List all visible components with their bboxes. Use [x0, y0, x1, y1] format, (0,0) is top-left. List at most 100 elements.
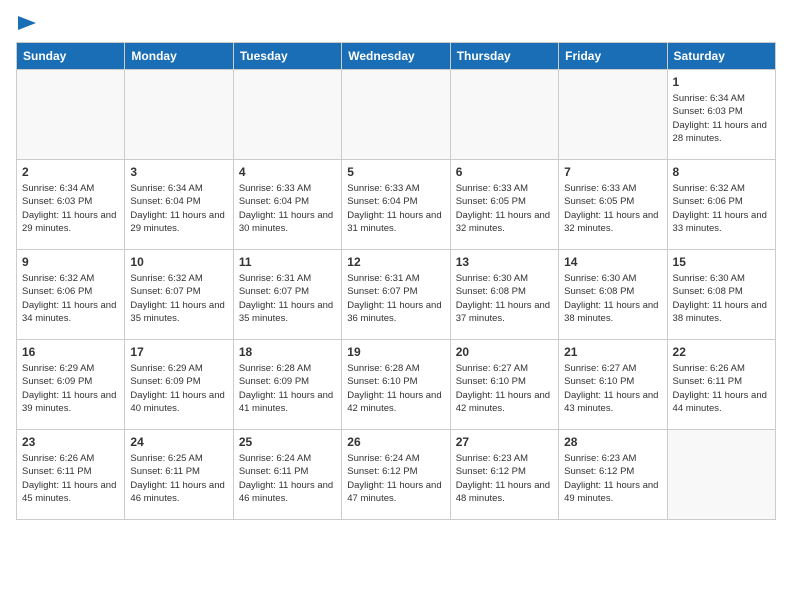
day-number: 27	[456, 435, 553, 449]
day-number: 22	[673, 345, 770, 359]
weekday-header-wednesday: Wednesday	[342, 43, 450, 70]
calendar-cell: 11 Sunrise: 6:31 AM Sunset: 6:07 PM Dayli…	[233, 250, 341, 340]
day-number: 14	[564, 255, 661, 269]
day-info: Sunrise: 6:26 AM Sunset: 6:11 PM Dayligh…	[673, 362, 770, 415]
day-info: Sunrise: 6:34 AM Sunset: 6:03 PM Dayligh…	[22, 182, 119, 235]
day-info: Sunrise: 6:27 AM Sunset: 6:10 PM Dayligh…	[456, 362, 553, 415]
calendar-cell: 24 Sunrise: 6:25 AM Sunset: 6:11 PM Dayli…	[125, 430, 233, 520]
calendar-week-2: 2 Sunrise: 6:34 AM Sunset: 6:03 PM Daylig…	[17, 160, 776, 250]
calendar-cell: 23 Sunrise: 6:26 AM Sunset: 6:11 PM Dayli…	[17, 430, 125, 520]
calendar-cell: 18 Sunrise: 6:28 AM Sunset: 6:09 PM Dayli…	[233, 340, 341, 430]
calendar-cell: 28Sunrise: 6:23 AM Sunset: 6:12 PM Dayli…	[559, 430, 667, 520]
calendar-cell: 9Sunrise: 6:32 AM Sunset: 6:06 PM Daylig…	[17, 250, 125, 340]
weekday-header-row: SundayMondayTuesdayWednesdayThursdayFrid…	[17, 43, 776, 70]
calendar-table: SundayMondayTuesdayWednesdayThursdayFrid…	[16, 42, 776, 520]
calendar-cell: 4 Sunrise: 6:33 AM Sunset: 6:04 PM Daylig…	[233, 160, 341, 250]
day-info: Sunrise: 6:34 AM Sunset: 6:04 PM Dayligh…	[130, 182, 227, 235]
page-header	[16, 16, 776, 30]
day-number: 6	[456, 165, 553, 179]
calendar-cell: 14 Sunrise: 6:30 AM Sunset: 6:08 PM Dayli…	[559, 250, 667, 340]
day-number: 26	[347, 435, 444, 449]
day-info: Sunrise: 6:26 AM Sunset: 6:11 PM Dayligh…	[22, 452, 119, 505]
day-info: Sunrise: 6:24 AM Sunset: 6:11 PM Dayligh…	[239, 452, 336, 505]
calendar-week-1: 1 Sunrise: 6:34 AM Sunset: 6:03 PM Daylig…	[17, 70, 776, 160]
day-info: Sunrise: 6:25 AM Sunset: 6:11 PM Dayligh…	[130, 452, 227, 505]
calendar-cell: 25 Sunrise: 6:24 AM Sunset: 6:11 PM Dayli…	[233, 430, 341, 520]
day-info: Sunrise: 6:33 AM Sunset: 6:05 PM Dayligh…	[564, 182, 661, 235]
day-info: Sunrise: 6:30 AM Sunset: 6:08 PM Dayligh…	[456, 272, 553, 325]
calendar-cell: 1 Sunrise: 6:34 AM Sunset: 6:03 PM Daylig…	[667, 70, 775, 160]
calendar-cell	[559, 70, 667, 160]
day-number: 4	[239, 165, 336, 179]
day-number: 24	[130, 435, 227, 449]
logo-arrow-icon	[18, 16, 36, 30]
day-number: 8	[673, 165, 770, 179]
calendar-cell: 27 Sunrise: 6:23 AM Sunset: 6:12 PM Dayli…	[450, 430, 558, 520]
weekday-header-sunday: Sunday	[17, 43, 125, 70]
calendar-week-3: 9Sunrise: 6:32 AM Sunset: 6:06 PM Daylig…	[17, 250, 776, 340]
day-number: 18	[239, 345, 336, 359]
weekday-header-tuesday: Tuesday	[233, 43, 341, 70]
calendar-cell: 3 Sunrise: 6:34 AM Sunset: 6:04 PM Daylig…	[125, 160, 233, 250]
day-info: Sunrise: 6:23 AM Sunset: 6:12 PM Dayligh…	[456, 452, 553, 505]
day-info: Sunrise: 6:29 AM Sunset: 6:09 PM Dayligh…	[130, 362, 227, 415]
calendar-cell: 19 Sunrise: 6:28 AM Sunset: 6:10 PM Dayli…	[342, 340, 450, 430]
calendar-cell: 2 Sunrise: 6:34 AM Sunset: 6:03 PM Daylig…	[17, 160, 125, 250]
day-info: Sunrise: 6:34 AM Sunset: 6:03 PM Dayligh…	[673, 92, 770, 145]
logo	[16, 16, 36, 30]
calendar-cell	[450, 70, 558, 160]
calendar-cell: 13 Sunrise: 6:30 AM Sunset: 6:08 PM Dayli…	[450, 250, 558, 340]
day-number: 23	[22, 435, 119, 449]
day-number: 12	[347, 255, 444, 269]
calendar-cell	[17, 70, 125, 160]
day-info: Sunrise: 6:32 AM Sunset: 6:07 PM Dayligh…	[130, 272, 227, 325]
day-info: Sunrise: 6:31 AM Sunset: 6:07 PM Dayligh…	[347, 272, 444, 325]
day-number: 19	[347, 345, 444, 359]
calendar-week-5: 23 Sunrise: 6:26 AM Sunset: 6:11 PM Dayli…	[17, 430, 776, 520]
calendar-cell: 6 Sunrise: 6:33 AM Sunset: 6:05 PM Daylig…	[450, 160, 558, 250]
calendar-cell: 12 Sunrise: 6:31 AM Sunset: 6:07 PM Dayli…	[342, 250, 450, 340]
calendar-cell: 15Sunrise: 6:30 AM Sunset: 6:08 PM Dayli…	[667, 250, 775, 340]
day-number: 5	[347, 165, 444, 179]
day-number: 2	[22, 165, 119, 179]
day-number: 13	[456, 255, 553, 269]
day-info: Sunrise: 6:30 AM Sunset: 6:08 PM Dayligh…	[564, 272, 661, 325]
day-info: Sunrise: 6:30 AM Sunset: 6:08 PM Dayligh…	[673, 272, 770, 325]
calendar-cell	[342, 70, 450, 160]
day-info: Sunrise: 6:33 AM Sunset: 6:04 PM Dayligh…	[347, 182, 444, 235]
day-number: 20	[456, 345, 553, 359]
day-number: 10	[130, 255, 227, 269]
calendar-cell: 7Sunrise: 6:33 AM Sunset: 6:05 PM Daylig…	[559, 160, 667, 250]
calendar-cell: 16Sunrise: 6:29 AM Sunset: 6:09 PM Dayli…	[17, 340, 125, 430]
calendar-cell: 20 Sunrise: 6:27 AM Sunset: 6:10 PM Dayli…	[450, 340, 558, 430]
day-number: 21	[564, 345, 661, 359]
day-info: Sunrise: 6:33 AM Sunset: 6:04 PM Dayligh…	[239, 182, 336, 235]
calendar-cell	[125, 70, 233, 160]
weekday-header-saturday: Saturday	[667, 43, 775, 70]
day-info: Sunrise: 6:24 AM Sunset: 6:12 PM Dayligh…	[347, 452, 444, 505]
day-info: Sunrise: 6:28 AM Sunset: 6:09 PM Dayligh…	[239, 362, 336, 415]
day-info: Sunrise: 6:29 AM Sunset: 6:09 PM Dayligh…	[22, 362, 119, 415]
day-number: 9	[22, 255, 119, 269]
day-info: Sunrise: 6:31 AM Sunset: 6:07 PM Dayligh…	[239, 272, 336, 325]
calendar-cell	[667, 430, 775, 520]
day-info: Sunrise: 6:27 AM Sunset: 6:10 PM Dayligh…	[564, 362, 661, 415]
day-number: 17	[130, 345, 227, 359]
calendar-cell: 26 Sunrise: 6:24 AM Sunset: 6:12 PM Dayli…	[342, 430, 450, 520]
calendar-cell	[233, 70, 341, 160]
calendar-cell: 22 Sunrise: 6:26 AM Sunset: 6:11 PM Dayli…	[667, 340, 775, 430]
day-number: 28	[564, 435, 661, 449]
calendar-week-4: 16Sunrise: 6:29 AM Sunset: 6:09 PM Dayli…	[17, 340, 776, 430]
day-info: Sunrise: 6:33 AM Sunset: 6:05 PM Dayligh…	[456, 182, 553, 235]
day-info: Sunrise: 6:32 AM Sunset: 6:06 PM Dayligh…	[673, 182, 770, 235]
calendar-cell: 5 Sunrise: 6:33 AM Sunset: 6:04 PM Daylig…	[342, 160, 450, 250]
day-number: 3	[130, 165, 227, 179]
weekday-header-thursday: Thursday	[450, 43, 558, 70]
weekday-header-monday: Monday	[125, 43, 233, 70]
day-number: 11	[239, 255, 336, 269]
calendar-cell: 17 Sunrise: 6:29 AM Sunset: 6:09 PM Dayli…	[125, 340, 233, 430]
day-number: 25	[239, 435, 336, 449]
day-number: 1	[673, 75, 770, 89]
day-info: Sunrise: 6:28 AM Sunset: 6:10 PM Dayligh…	[347, 362, 444, 415]
calendar-cell: 21 Sunrise: 6:27 AM Sunset: 6:10 PM Dayli…	[559, 340, 667, 430]
